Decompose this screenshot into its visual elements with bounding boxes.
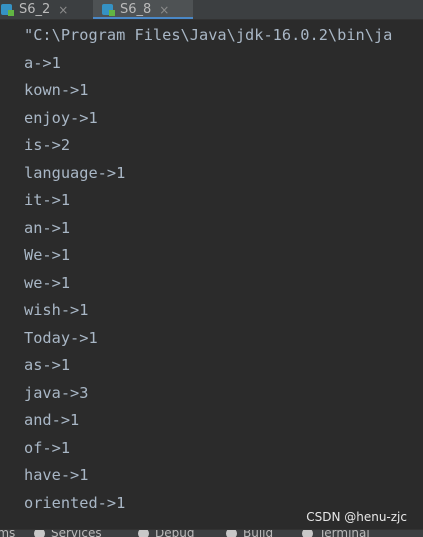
console-line: is->2 [24,136,71,154]
console-line: we->1 [24,274,71,292]
console-line: have->1 [24,466,89,484]
run-console-output[interactable]: "C:\Program Files\Java\jdk-16.0.2\bin\ja… [0,20,423,519]
tab-label: S6_8 [120,2,152,17]
console-line: it->1 [24,191,71,209]
close-icon[interactable]: × [58,3,68,17]
csdn-watermark: CSDN @henu-zjc [306,510,407,524]
console-command-line: "C:\Program Files\Java\jdk-16.0.2\bin\ja [24,26,393,44]
console-line: enjoy->1 [24,109,98,127]
console-line: kown->1 [24,81,89,99]
console-line: wish->1 [24,301,89,319]
console-line: as->1 [24,356,71,374]
console-line: java->3 [24,384,89,402]
tab-s6-2[interactable]: S6_2 × [0,0,80,19]
tab-label: S6_2 [19,2,51,17]
console-line: Today->1 [24,329,98,347]
console-line: a->1 [24,54,61,72]
console-line: an->1 [24,219,71,237]
java-class-icon [0,3,14,16]
editor-tab-bar: S6_2 × S6_8 × [0,0,423,20]
console-line: We->1 [24,246,71,264]
console-line: language->1 [24,164,126,182]
tab-s6-8[interactable]: S6_8 × [93,0,193,19]
close-icon[interactable]: × [159,3,169,17]
console-line: and->1 [24,411,80,429]
console-line: oriented->1 [24,494,126,512]
java-class-icon [101,3,115,16]
console-line: of->1 [24,439,71,457]
